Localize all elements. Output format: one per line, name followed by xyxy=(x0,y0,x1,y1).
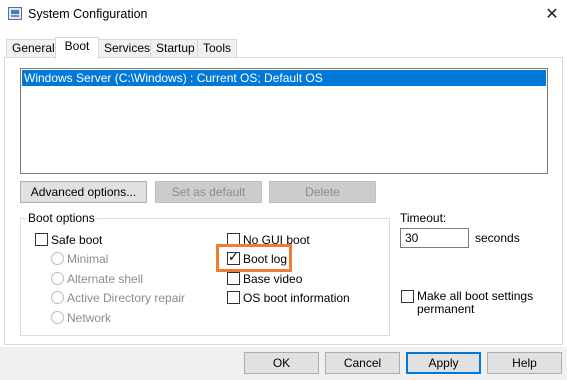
make-permanent-checkbox[interactable] xyxy=(401,290,414,303)
safe-boot-checkbox[interactable] xyxy=(35,233,48,246)
timeout-input[interactable]: 30 xyxy=(400,228,469,248)
tab-services[interactable]: Services xyxy=(98,39,151,58)
minimal-label: Minimal xyxy=(67,252,109,266)
active-directory-repair-radio[interactable] xyxy=(51,291,64,304)
alternate-shell-radio[interactable] xyxy=(51,272,64,285)
base-video-label[interactable]: Base video xyxy=(243,272,302,286)
network-label: Network xyxy=(67,311,112,325)
os-boot-information-checkbox[interactable] xyxy=(227,291,240,304)
tab-startup[interactable]: Startup xyxy=(150,39,198,58)
tab-general[interactable]: General xyxy=(6,39,56,58)
window-title: System Configuration xyxy=(28,7,148,21)
minimal-radio[interactable] xyxy=(51,252,64,265)
alternate-shell-label: Alternate shell xyxy=(67,272,144,286)
delete-button[interactable]: Delete xyxy=(269,181,376,203)
os-list[interactable]: Windows Server (C:\Windows) : Current OS… xyxy=(20,68,548,174)
boot-options-label: Boot options xyxy=(26,211,97,225)
boot-log-highlight xyxy=(216,244,292,272)
timeout-label: Timeout: xyxy=(400,211,447,225)
make-permanent-label-line2[interactable]: permanent xyxy=(417,302,474,316)
cancel-button[interactable]: Cancel xyxy=(325,352,400,374)
apply-button[interactable]: Apply xyxy=(406,352,481,374)
base-video-checkbox[interactable] xyxy=(227,272,240,285)
seconds-label: seconds xyxy=(475,231,520,245)
network-radio[interactable] xyxy=(51,311,64,324)
title-bar: System Configuration ✕ xyxy=(0,0,567,30)
make-permanent-label-line1[interactable]: Make all boot settings xyxy=(417,289,533,303)
system-configuration-icon xyxy=(8,7,22,20)
set-as-default-button[interactable]: Set as default xyxy=(155,181,262,203)
advanced-options-button[interactable]: Advanced options... xyxy=(20,181,147,203)
os-list-item[interactable]: Windows Server (C:\Windows) : Current OS… xyxy=(22,70,546,86)
help-button[interactable]: Help xyxy=(487,352,562,374)
tab-tools[interactable]: Tools xyxy=(197,39,237,58)
os-boot-information-label[interactable]: OS boot information xyxy=(243,291,350,305)
safe-boot-label[interactable]: Safe boot xyxy=(51,233,102,247)
ok-button[interactable]: OK xyxy=(244,352,319,374)
close-button[interactable]: ✕ xyxy=(538,2,566,26)
tab-strip: General Boot Services Startup Tools xyxy=(0,37,567,59)
tab-boot[interactable]: Boot xyxy=(55,37,99,59)
active-directory-repair-label: Active Directory repair xyxy=(67,291,186,305)
